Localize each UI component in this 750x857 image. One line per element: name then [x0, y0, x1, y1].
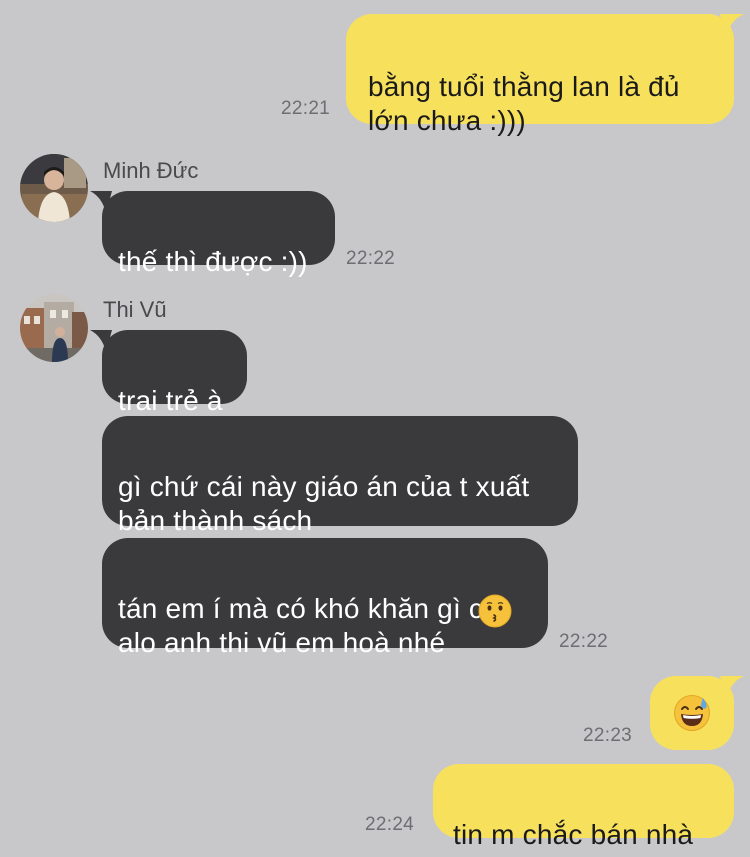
- outgoing-message-bubble[interactable]: bằng tuổi thằng lan là đủ lớn chưa :))): [346, 14, 734, 136]
- bubble-tail: [90, 191, 112, 213]
- sender-name: Thi Vũ: [103, 297, 167, 322]
- message-timestamp: 22:22: [346, 248, 396, 269]
- message-text: bằng tuổi thằng lan là đủ lớn chưa :))): [368, 71, 680, 136]
- message-timestamp: 22:21: [281, 98, 331, 119]
- chat-thread[interactable]: bằng tuổi thằng lan là đủ lớn chưa :))) …: [0, 0, 750, 857]
- incoming-message-bubble[interactable]: tán em í mà có khó khăn gì cứ alo anh th…: [102, 538, 548, 658]
- bubble-tail: [720, 676, 744, 700]
- message-text: tin m chắc bán nhà: [453, 819, 694, 850]
- person-photo-icon: [20, 154, 88, 222]
- kissing-face-icon: [478, 594, 512, 628]
- message-timestamp: 22:23: [583, 725, 633, 746]
- sender-avatar[interactable]: [20, 294, 88, 362]
- message-timestamp: 22:22: [559, 631, 609, 652]
- message-timestamp: 22:24: [365, 814, 415, 835]
- message-text: gì chứ cái này giáo án của t xuất bản th…: [118, 471, 530, 536]
- message-text: tán em í mà có khó khăn gì cứ alo anh th…: [118, 593, 502, 658]
- sender-name: Minh Đức: [103, 158, 199, 183]
- message-text: trai trẻ à: [118, 385, 223, 416]
- grinning-sweat-face-icon: [674, 695, 710, 731]
- street-photo-icon: [20, 294, 88, 362]
- bubble-tail: [720, 14, 744, 38]
- bubble-tail: [90, 330, 112, 352]
- sender-avatar[interactable]: [20, 154, 88, 222]
- message-text: thế thì được :)): [118, 246, 308, 277]
- incoming-message-bubble[interactable]: gì chứ cái này giáo án của t xuất bản th…: [102, 416, 578, 536]
- incoming-message-bubble[interactable]: trai trẻ à: [102, 330, 247, 416]
- incoming-message-bubble[interactable]: thế thì được :)): [102, 191, 335, 277]
- outgoing-message-bubble[interactable]: tin m chắc bán nhà: [433, 764, 734, 850]
